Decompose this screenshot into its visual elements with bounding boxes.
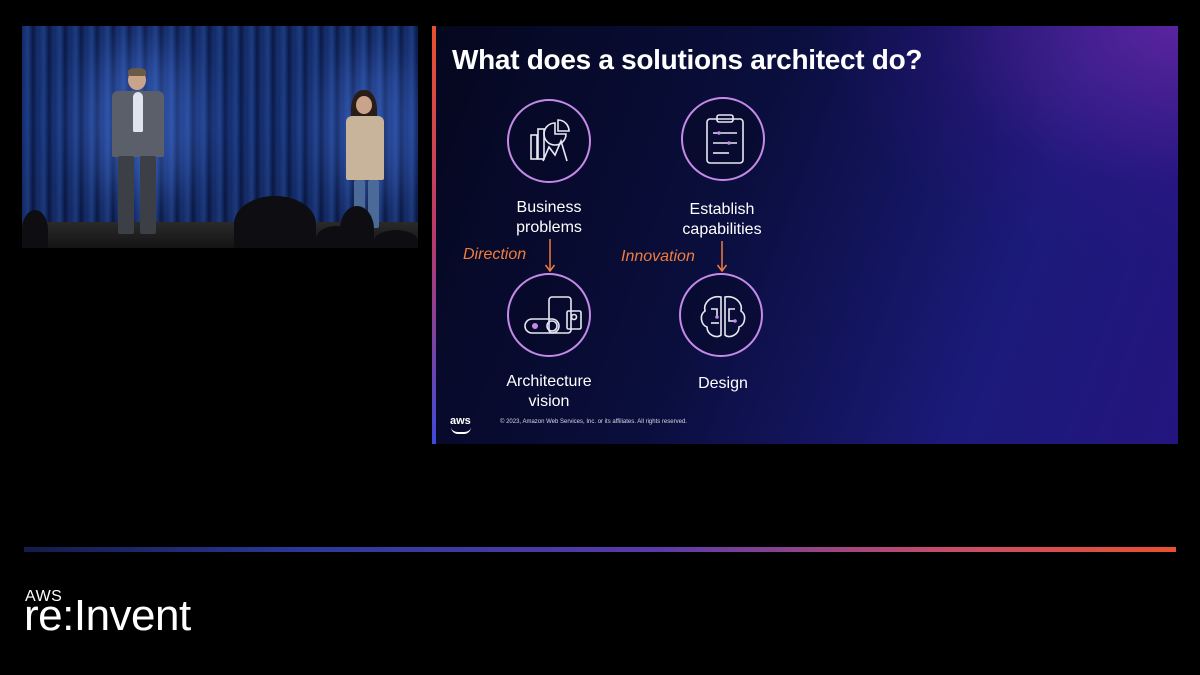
slide-copyright: © 2023, Amazon Web Services, Inc. or its…	[500, 419, 687, 425]
presentation-slide: What does a solutions architect do? Busi…	[432, 26, 1178, 444]
establish-capabilities-label: Establish capabilities	[682, 201, 762, 238]
reinvent-logo-name: re:Invent	[24, 591, 191, 640]
business-problems-label: Business problems	[516, 199, 582, 236]
establish-capabilities-circle	[681, 97, 765, 181]
slide-accent-bar	[432, 26, 436, 444]
audience-member	[374, 230, 418, 248]
architecture-vision-label: Architecture vision	[506, 373, 592, 410]
audience-member	[22, 210, 48, 248]
brain-circuit-icon	[700, 295, 746, 338]
speaker-video	[22, 26, 418, 248]
design-label: Design	[698, 375, 748, 392]
aws-smile-icon	[451, 427, 471, 434]
audience-member	[340, 206, 374, 248]
aws-logo-text: aws	[450, 415, 471, 427]
innovation-label: Innovation	[621, 248, 695, 265]
analytics-chart-icon	[530, 119, 570, 162]
design-circle	[679, 273, 763, 357]
audience-member	[234, 196, 316, 248]
gradient-divider	[24, 547, 1176, 552]
direction-arrow	[544, 239, 556, 273]
devices-vision-icon	[524, 296, 582, 334]
conference-stream-frame: What does a solutions architect do? Busi…	[0, 0, 1200, 675]
business-problems-circle	[507, 99, 591, 183]
architecture-vision-circle	[507, 273, 591, 357]
clipboard-icon	[706, 114, 744, 164]
aws-logo: aws	[450, 415, 471, 434]
slide-title: What does a solutions architect do?	[452, 44, 923, 75]
innovation-arrow	[716, 241, 728, 273]
direction-label: Direction	[463, 246, 527, 263]
